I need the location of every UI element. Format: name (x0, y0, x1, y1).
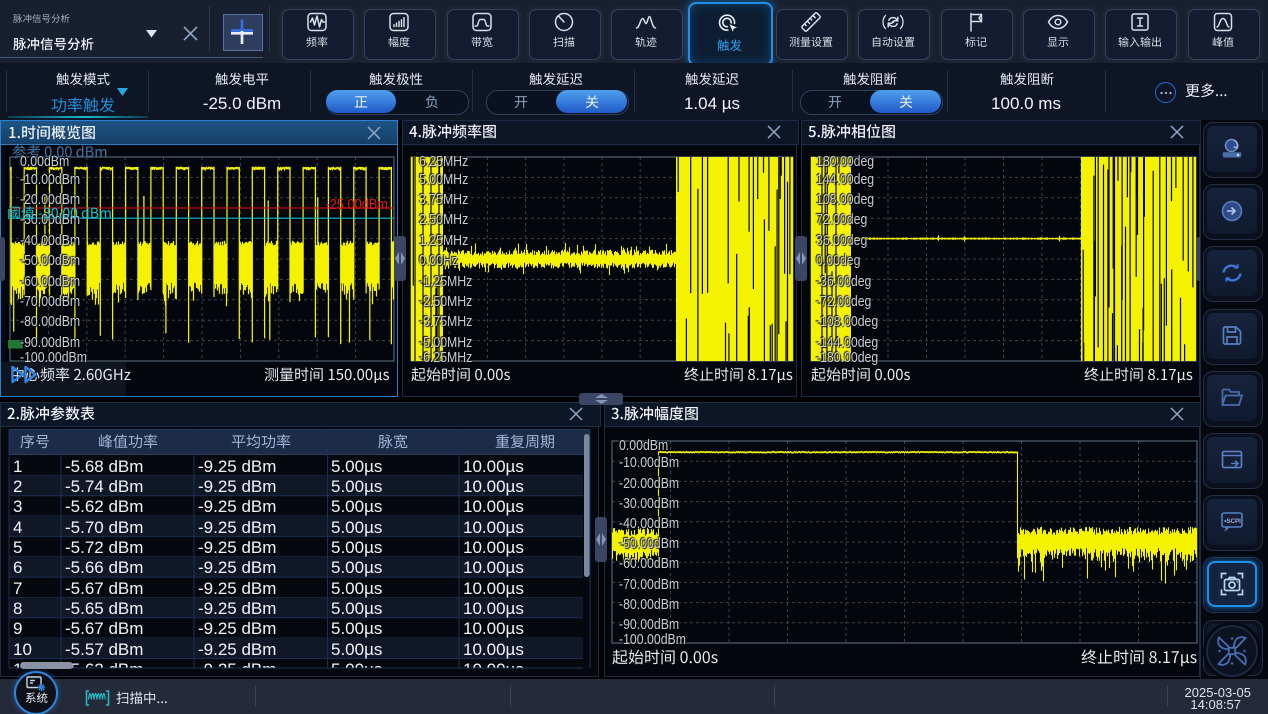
svg-text:•SCPI: •SCPI (1224, 518, 1241, 525)
